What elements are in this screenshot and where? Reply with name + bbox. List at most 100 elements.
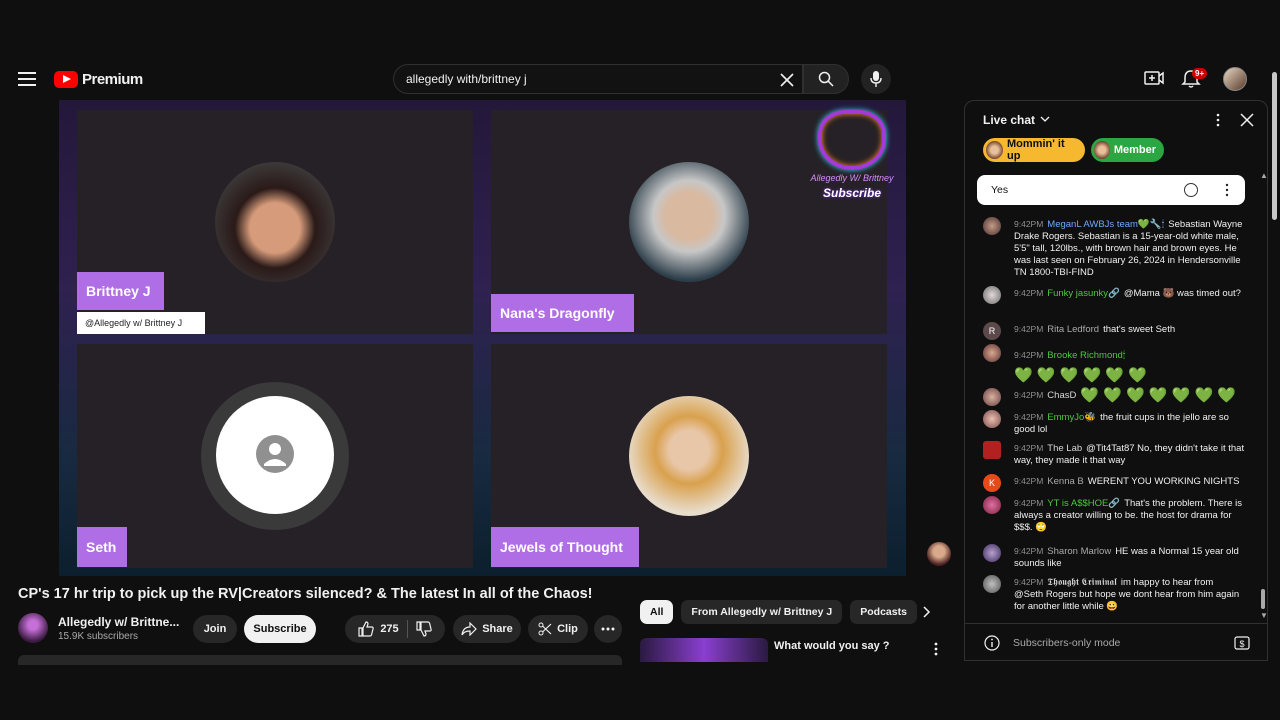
participant-name-tag: Seth [77, 527, 127, 567]
chat-message[interactable]: K 9:42PM Kenna B WERENT YOU WORKING NIGHTS [983, 473, 1245, 492]
chat-mode-dropdown[interactable]: Live chat [983, 113, 1050, 127]
message-author[interactable]: Funky jasunky🔗 [1047, 288, 1120, 299]
share-button[interactable]: Share [453, 615, 521, 643]
heart-logo-icon [818, 110, 886, 170]
search-button[interactable] [803, 64, 849, 94]
more-vertical-icon[interactable] [930, 641, 942, 657]
more-actions-button[interactable] [594, 615, 622, 643]
join-button[interactable]: Join [193, 615, 237, 643]
super-chat-icon[interactable]: $ [1234, 635, 1250, 651]
create-icon[interactable] [1144, 70, 1164, 88]
chip-all[interactable]: All [640, 600, 674, 624]
message-time: 9:42PM [1014, 546, 1044, 556]
message-author[interactable]: Brooke Richmond🕯 [1047, 350, 1125, 361]
message-author[interactable]: 𝕿𝖍𝖔𝖚𝖌𝖍𝖙 𝕮𝖗𝖎𝖒𝖎𝖓𝖆𝖑 [1047, 577, 1117, 588]
ticker-member[interactable]: Member [1091, 138, 1164, 162]
ticker-mommin[interactable]: Mommin' it up [983, 138, 1085, 162]
chat-footer: Subscribers-only mode $ [965, 623, 1267, 660]
scroll-down-arrow[interactable]: ▼ [1260, 611, 1267, 620]
message-text: 💚 💚 💚 💚 💚 💚 [1014, 367, 1147, 384]
video-player[interactable]: Brittney J @Allegedly w/ Brittney J Nana… [59, 100, 906, 576]
chat-scrollbar[interactable] [1261, 589, 1265, 609]
clear-icon[interactable] [779, 72, 795, 88]
message-author[interactable]: EmmyJo🐝 [1047, 412, 1096, 423]
search-input[interactable] [406, 72, 766, 86]
thumbs-up-icon [358, 621, 375, 637]
page-scrollbar[interactable] [1268, 60, 1280, 660]
message-author[interactable]: Rita Ledford [1047, 324, 1099, 335]
participant-photo [215, 162, 335, 282]
chat-message[interactable]: 9:42PM EmmyJo🐝 the fruit cups in the jello… [983, 409, 1245, 435]
more-horizontal-icon [601, 627, 615, 631]
ticker-avatar [986, 141, 1003, 159]
message-author[interactable]: MeganL AWBJs team💚🔧🕯 [1047, 219, 1164, 230]
author-avatar [983, 544, 1001, 562]
message-author[interactable]: YT is A$$HOE🔗 [1047, 498, 1120, 509]
related-video-thumbnail[interactable] [640, 638, 768, 662]
viewer-avatar[interactable] [927, 542, 951, 566]
join-label: Join [203, 623, 227, 635]
chat-message[interactable]: 9:42PM 𝕿𝖍𝖔𝖚𝖌𝖍𝖙 𝕮𝖗𝖎𝖒𝖎𝖓𝖆𝖑 im happy to hear f… [983, 574, 1245, 614]
divider [406, 620, 408, 638]
related-video-title[interactable]: What would you say ? [774, 640, 890, 652]
default-avatar-icon [256, 435, 294, 473]
svg-text:$: $ [1239, 639, 1244, 649]
chat-message[interactable]: 9:42PM MeganL AWBJs team💚🔧🕯 Sebastian Wayn… [983, 216, 1245, 278]
message-author[interactable]: The Lab [1047, 443, 1082, 454]
chip-from-channel[interactable]: From Allegedly w/ Brittney J [681, 600, 843, 624]
pinned-poll: Yes [977, 175, 1245, 205]
chat-message[interactable]: 9:42PM The Lab @Tit4Tat87 No, they didn't … [983, 440, 1245, 466]
message-author[interactable]: Sharon Marlow [1047, 546, 1111, 557]
message-author[interactable]: Kenna B [1047, 476, 1083, 487]
description-box[interactable] [18, 655, 622, 665]
thumbs-down-icon[interactable] [416, 621, 432, 637]
overlay-logo-text: Allegedly W/ Brittney [810, 173, 894, 183]
scissors-icon [538, 622, 552, 636]
voice-search-button[interactable] [861, 64, 891, 94]
chat-message[interactable]: 9:42PM Brooke Richmond🕯 💚 💚 💚 💚 💚 💚 [983, 343, 1245, 383]
participant-handle-tag: @Allegedly w/ Brittney J [77, 312, 205, 334]
message-time: 9:42PM [1014, 324, 1044, 334]
chat-message[interactable]: 9:42PM ChasD 💚 💚 💚 💚 💚 💚 💚 [983, 387, 1245, 406]
like-count: 275 [380, 623, 399, 635]
chat-message[interactable]: 9:42PM Sharon Marlow HE was a Normal 15 ye… [983, 543, 1245, 569]
menu-icon[interactable] [18, 72, 36, 86]
clip-button[interactable]: Clip [528, 615, 588, 643]
ticker-label: Member [1113, 144, 1156, 156]
poll-option-radio[interactable] [1184, 183, 1198, 197]
subscribe-button[interactable]: Subscribe [244, 615, 316, 643]
subscribers-only-text: Subscribers-only mode [1013, 637, 1121, 649]
page-scroll-thumb[interactable] [1272, 72, 1277, 220]
close-icon[interactable] [1239, 112, 1255, 128]
message-time: 9:42PM [1014, 498, 1044, 508]
info-icon[interactable] [984, 635, 1000, 651]
author-avatar: K [983, 474, 1001, 492]
chat-message[interactable]: 9:42PM Funky jasunky🔗 @Mama 🐻 was timed ou… [983, 285, 1245, 313]
chat-more-icon[interactable] [1213, 112, 1223, 128]
message-text: that's sweet Seth [1103, 324, 1176, 335]
message-author[interactable]: ChasD [1047, 390, 1076, 401]
like-dislike-group: 275 [345, 615, 445, 643]
chat-message[interactable]: 9:42PM YT is A$$HOE🔗 That's the problem. T… [983, 495, 1245, 535]
youtube-logo[interactable]: Premium [54, 71, 143, 88]
microphone-icon [870, 71, 882, 87]
ticker-avatar [1094, 141, 1110, 159]
message-time: 9:42PM [1014, 443, 1044, 453]
author-avatar [983, 344, 1001, 362]
share-label: Share [482, 623, 513, 635]
scroll-up-arrow[interactable]: ▲ [1260, 171, 1267, 180]
participant-photo [629, 162, 749, 282]
channel-name[interactable]: Allegedly w/ Brittne... [58, 615, 179, 629]
chat-message[interactable]: R 9:42PM Rita Ledford that's sweet Seth [983, 321, 1245, 340]
message-time: 9:42PM [1014, 412, 1044, 422]
pinned-text: Yes [991, 184, 1009, 196]
author-avatar [983, 286, 1001, 304]
chevron-right-icon[interactable] [918, 604, 934, 620]
message-time: 9:42PM [1014, 577, 1044, 587]
chip-podcasts[interactable]: Podcasts [850, 600, 917, 624]
more-vertical-icon[interactable] [1223, 183, 1231, 197]
account-avatar[interactable] [1223, 67, 1247, 91]
channel-avatar[interactable] [18, 613, 48, 643]
clip-label: Clip [557, 623, 578, 635]
like-button[interactable]: 275 [358, 621, 399, 637]
